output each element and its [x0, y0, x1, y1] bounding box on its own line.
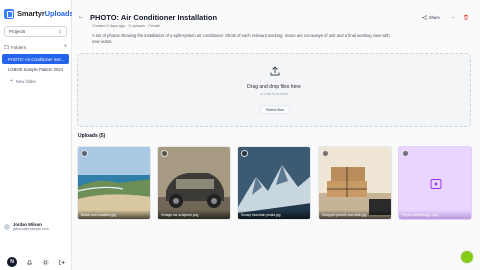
upload-card[interactable]: Beach and coastline.jpg — [77, 146, 151, 220]
user-profile[interactable]: Jordan Wilson jwilson@example.com — [4, 222, 70, 231]
upload-card[interactable]: Snowy mountain peaks.jpg — [237, 146, 311, 220]
page-header: ← PHOTO: Air Conditioner Installation Sh… — [78, 10, 470, 24]
folders-label: Folders — [11, 44, 27, 50]
workspace-label: Projects — [9, 29, 26, 34]
upload-caption: Project walkthrough.mp4 — [399, 210, 471, 219]
folder-item-label: PHOTO: Air Conditioner Inst... — [8, 56, 65, 62]
folder-item-sample-pattern[interactable]: LGBOE Sample Pattern 2024 — [0, 64, 71, 74]
select-toggle[interactable] — [81, 150, 88, 157]
folder-item-label: LGBOE Sample Pattern 2024 — [8, 66, 63, 72]
upload-caption: Vintage car sculpture.png — [158, 210, 230, 219]
select-files-button[interactable]: Select files — [260, 105, 290, 114]
upload-card[interactable]: Vintage car sculpture.png — [157, 146, 231, 220]
folder-item-air-conditioner[interactable]: PHOTO: Air Conditioner Inst... — [2, 54, 69, 64]
uploads-grid: Beach and coastline.jpg Vintage car scul… — [77, 146, 473, 220]
select-toggle[interactable] — [241, 150, 248, 157]
sidebar-footer: N — [0, 254, 72, 270]
trash-icon[interactable] — [461, 13, 470, 22]
main-content: ← PHOTO: Air Conditioner Installation Sh… — [72, 0, 480, 270]
bell-icon[interactable] — [25, 258, 33, 266]
assistant-avatar[interactable] — [460, 250, 474, 264]
uploads-heading: Uploads (5) — [78, 133, 106, 139]
upload-card[interactable]: Project walkthrough.mp4 — [398, 146, 472, 220]
upload-caption: Snowy mountain peaks.jpg — [238, 210, 310, 219]
dropzone-title: Drag and drop files here — [247, 84, 301, 90]
new-folder-label: New folder — [15, 78, 36, 84]
user-email: jwilson@example.com — [13, 227, 49, 231]
folder-icon — [3, 44, 10, 50]
upload-dropzone[interactable]: Drag and drop files here or click to bro… — [77, 53, 471, 127]
upload-icon — [270, 66, 280, 76]
share-button[interactable]: Share — [418, 13, 444, 22]
avatar — [4, 223, 10, 230]
workspace-select[interactable]: Projects ⇕ — [4, 26, 67, 37]
folder-list: PHOTO: Air Conditioner Inst... LGBOE Sam… — [0, 54, 71, 74]
upload-caption: Beach and coastline.jpg — [78, 210, 150, 219]
account-badge[interactable]: N — [7, 257, 17, 267]
share-icon — [422, 14, 427, 20]
settings-icon[interactable] — [41, 258, 49, 266]
back-arrow-icon[interactable]: ← — [78, 14, 84, 20]
brand-part-2: Uploads — [44, 9, 74, 18]
folders-header: Folders + — [3, 42, 67, 52]
app-window: SmartyrUploads Projects ⇕ Folders + PHOT… — [0, 0, 480, 270]
video-icon — [430, 179, 442, 189]
page-title: PHOTO: Air Conditioner Installation — [90, 12, 218, 22]
dropzone-subtitle: or click to browse — [260, 92, 288, 96]
select-toggle[interactable] — [161, 150, 168, 157]
brand-part-1: Smartyr — [17, 9, 45, 18]
upload-caption: Wrapped parcels and desk.jpg — [319, 210, 391, 219]
select-toggle[interactable] — [402, 150, 409, 157]
page-meta: Created 5 days ago · 5 uploads · Private — [92, 24, 161, 28]
share-label: Share — [428, 14, 440, 20]
arrow-icon[interactable]: → — [448, 13, 457, 22]
logout-icon[interactable] — [57, 258, 65, 266]
sidebar: SmartyrUploads Projects ⇕ Folders + PHOT… — [0, 0, 74, 270]
upload-card[interactable]: Wrapped parcels and desk.jpg — [318, 146, 392, 220]
select-toggle[interactable] — [322, 150, 329, 157]
add-folder-icon[interactable]: + — [63, 44, 67, 50]
app-logo[interactable]: SmartyrUploads — [0, 0, 74, 20]
new-folder-button[interactable]: + New folder — [0, 76, 71, 86]
header-actions: Share → — [418, 13, 470, 22]
chevron-updown-icon: ⇕ — [58, 29, 62, 34]
app-brand: SmartyrUploads — [17, 9, 74, 18]
plus-icon: + — [10, 78, 13, 84]
page-description: A set of photos showing the installation… — [92, 33, 390, 44]
logo-icon — [4, 8, 14, 19]
